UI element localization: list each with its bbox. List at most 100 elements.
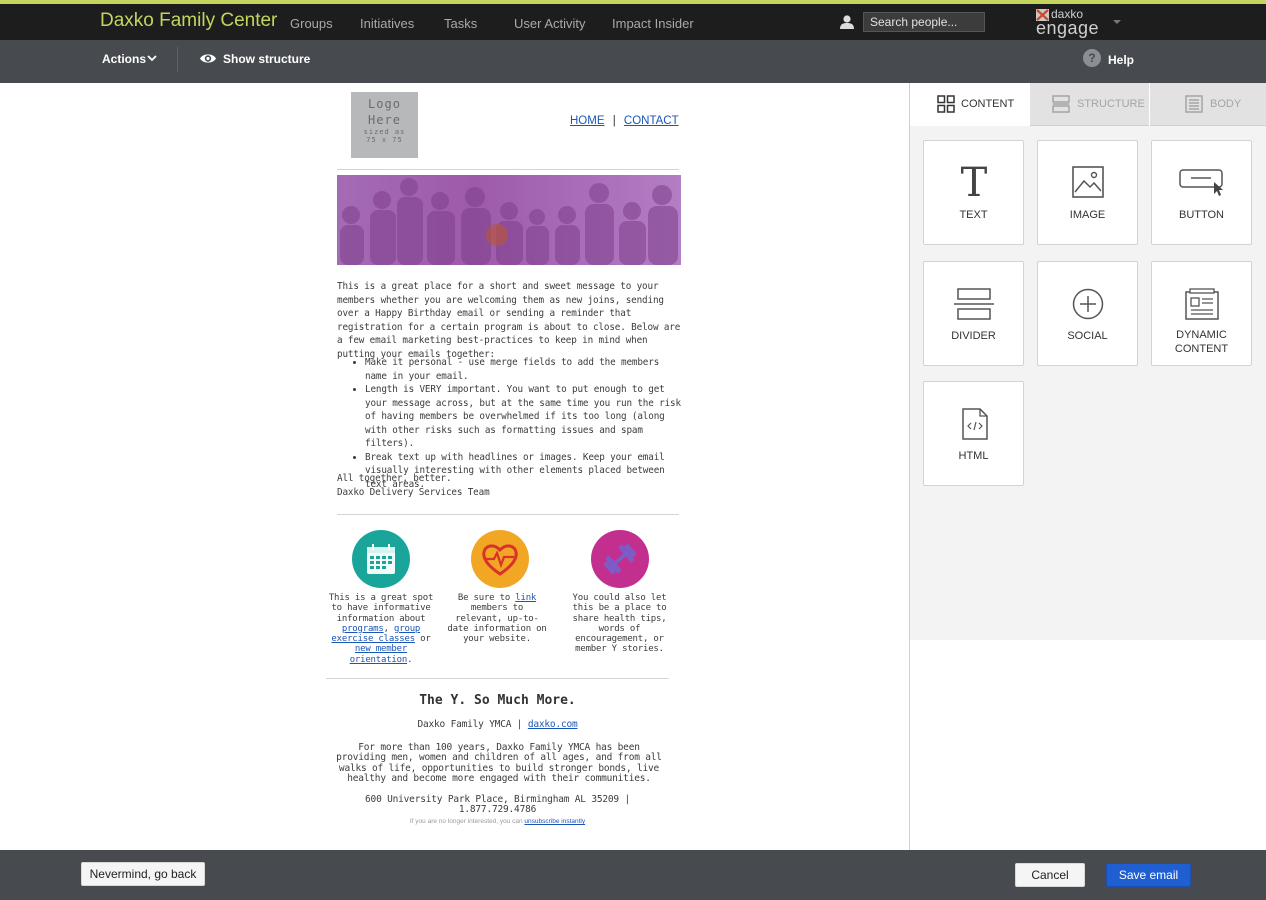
body-icon [1185, 95, 1203, 113]
logo-engage-text: engage [1036, 18, 1100, 38]
top-navigation-bar: Daxko Family Center Groups Initiatives T… [0, 0, 1266, 40]
html-block-tile[interactable]: HTML [923, 381, 1024, 486]
bottom-action-bar: Nevermind, go back Cancel Save email [0, 850, 1266, 900]
help-link[interactable]: Help [1108, 53, 1134, 67]
programs-link[interactable]: programs [342, 624, 384, 634]
show-structure-toggle[interactable]: Show structure [223, 52, 310, 66]
link-link[interactable]: link [515, 593, 536, 603]
email-signoff[interactable]: All together, better. Daxko Delivery Ser… [337, 472, 681, 499]
brand-title[interactable]: Daxko Family Center [100, 10, 277, 32]
column-text: Be sure to [457, 593, 516, 603]
list-item: Length is VERY important. You want to pu… [365, 383, 681, 451]
email-header-nav: HOME | CONTACT [570, 115, 679, 127]
nav-link-impact-insider[interactable]: Impact Insider [612, 16, 694, 31]
column-text: , [383, 623, 395, 634]
tile-label: DIVIDER [951, 330, 996, 342]
hero-people-illustration [340, 178, 678, 265]
tile-label: TEXT [959, 209, 988, 221]
heart-rate-icon[interactable] [471, 530, 529, 588]
eye-icon[interactable] [199, 52, 217, 65]
search-people-input[interactable] [863, 12, 985, 32]
email-contact-link[interactable]: CONTACT [624, 115, 679, 127]
email-home-link[interactable]: HOME [570, 115, 605, 127]
logo-placeholder-text-1: Logo [368, 97, 401, 111]
dynamic-content-block-tile[interactable]: DYNAMIC CONTENT [1151, 261, 1252, 366]
info-column-2[interactable]: Be sure to link members to relevant, up-… [446, 593, 548, 644]
tile-label-line-2: CONTENT [1174, 343, 1229, 355]
column-text: members to relevant, up-to-date informat… [447, 603, 547, 645]
unsubscribe-link[interactable]: unsubscribe instantly [524, 818, 585, 825]
daxko-engage-logo[interactable]: daxko engage [1035, 7, 1115, 38]
unsubscribe-text: If you are no longer interested, you can [409, 818, 525, 825]
social-icon [1072, 288, 1104, 320]
nav-link-tasks[interactable]: Tasks [444, 16, 477, 31]
tile-label: IMAGE [1069, 209, 1106, 221]
chevron-down-icon[interactable] [146, 53, 158, 63]
daxko-website-link[interactable]: daxko.com [528, 719, 578, 730]
email-tips-list[interactable]: Make it personal - use merge fields to a… [337, 356, 681, 491]
nav-link-initiatives[interactable]: Initiatives [360, 16, 414, 31]
toolbar-divider [177, 47, 178, 72]
panel-empty-area [910, 640, 1266, 850]
column-text: You could also let this be a place to sh… [572, 593, 667, 655]
tab-structure[interactable]: STRUCTURE [1030, 83, 1149, 126]
footer-address[interactable]: 600 University Park Place, Birmingham AL… [326, 794, 669, 816]
calendar-icon[interactable] [352, 530, 410, 588]
editor-toolbar: Actions Show structure ? Help [0, 40, 1266, 83]
email-divider [337, 169, 679, 170]
tab-body[interactable]: BODY [1150, 83, 1266, 126]
footer-about-paragraph[interactable]: For more than 100 years, Daxko Family YM… [336, 742, 662, 784]
social-block-tile[interactable]: SOCIAL [1037, 261, 1138, 366]
column-text: This is a great spot to have informative… [328, 593, 434, 624]
cancel-button[interactable]: Cancel [1015, 863, 1085, 887]
signoff-line-2: Daxko Delivery Services Team [337, 486, 490, 498]
tab-label: CONTENT [961, 98, 1015, 110]
new-member-orientation-link[interactable]: new member orientation [350, 644, 408, 664]
structure-icon [1052, 95, 1070, 113]
footer-headline[interactable]: The Y. So Much More. [326, 693, 669, 708]
nav-link-groups[interactable]: Groups [290, 16, 333, 31]
user-icon[interactable] [839, 14, 855, 30]
help-icon[interactable]: ? [1083, 49, 1101, 67]
text-icon: T [961, 163, 988, 199]
hero-image[interactable] [337, 175, 681, 265]
tile-label: DYNAMIC [1176, 329, 1227, 341]
divider-block-tile[interactable]: DIVIDER [923, 261, 1024, 366]
email-canvas[interactable]: Logo Here sized as 75 x 75 HOME | CONTAC… [0, 83, 909, 850]
email-divider [337, 514, 679, 515]
logo-placeholder-text-3: sized as [363, 128, 406, 136]
tab-content[interactable]: CONTENT [910, 83, 1029, 126]
svg-text:T: T [961, 163, 988, 199]
actions-menu-button[interactable]: Actions [102, 52, 146, 66]
image-block-tile[interactable]: IMAGE [1037, 140, 1138, 245]
info-column-1[interactable]: This is a great spot to have informative… [327, 593, 435, 665]
text-block-tile[interactable]: T TEXT [923, 140, 1024, 245]
save-email-button[interactable]: Save email [1106, 863, 1191, 887]
logo-placeholder-image[interactable]: Logo Here sized as 75 x 75 [351, 92, 418, 158]
caret-down-icon[interactable] [1113, 20, 1121, 24]
tab-label: BODY [1210, 98, 1242, 110]
image-icon [1072, 166, 1104, 198]
footer-org-name: Daxko Family YMCA | [417, 719, 528, 730]
footer-org-line[interactable]: Daxko Family YMCA | daxko.com [326, 719, 669, 730]
tile-label: SOCIAL [1067, 330, 1108, 342]
column-text: or [414, 634, 431, 645]
unsubscribe-line: If you are no longer interested, you can… [326, 818, 669, 825]
logo-placeholder-text-2: Here [368, 113, 401, 127]
email-header-separator: | [612, 115, 616, 127]
content-blocks-panel: CONTENT STRUCTURE BODY T TEXT IMAGE BUTT… [910, 83, 1266, 850]
dumbbell-icon[interactable] [591, 530, 649, 588]
nav-link-user-activity[interactable]: User Activity [514, 16, 586, 31]
list-item: Make it personal - use merge fields to a… [365, 356, 681, 383]
email-intro-paragraph[interactable]: This is a great place for a short and sw… [337, 280, 681, 361]
info-column-3[interactable]: You could also let this be a place to sh… [564, 593, 675, 655]
logo-placeholder-text-4: 75 x 75 [366, 136, 403, 144]
button-block-tile[interactable]: BUTTON [1151, 140, 1252, 245]
tab-label: STRUCTURE [1077, 98, 1145, 110]
nevermind-go-back-button[interactable]: Nevermind, go back [81, 862, 205, 886]
button-icon [1179, 169, 1223, 196]
tile-label: HTML [958, 450, 989, 462]
signoff-line-1: All together, better. [337, 473, 452, 484]
tile-label: BUTTON [1178, 209, 1225, 221]
email-divider [326, 678, 669, 679]
